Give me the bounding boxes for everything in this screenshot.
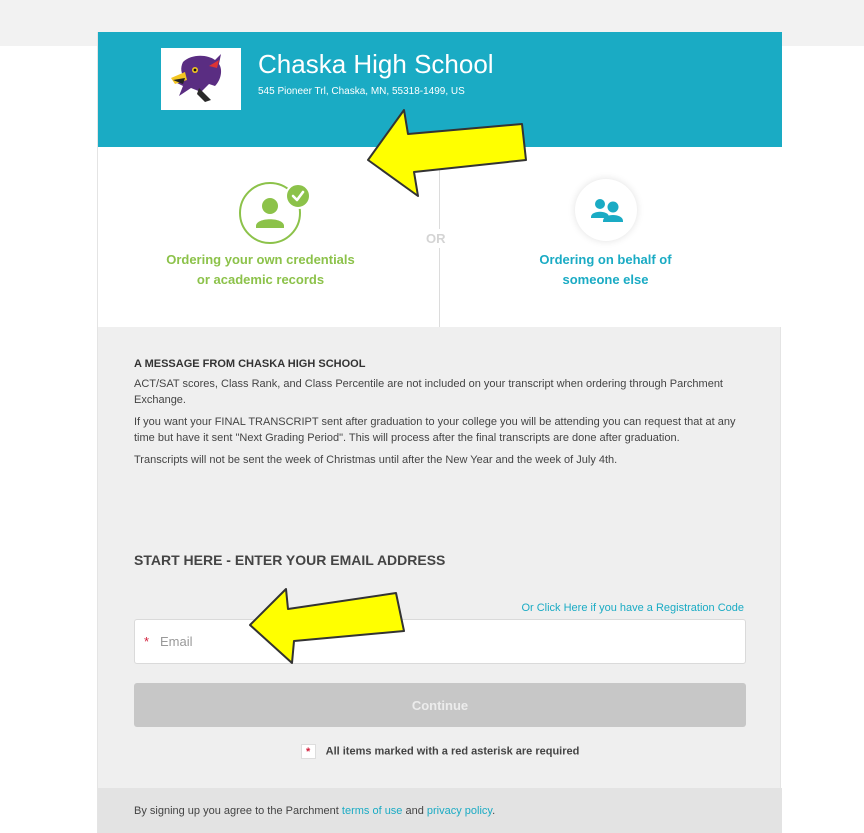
privacy-policy-link[interactable]: privacy policy <box>427 805 492 817</box>
own-credentials-label: Ordering your own credentials or academi… <box>90 250 431 290</box>
terms-conjunction: and <box>402 805 427 817</box>
terms-of-use-link[interactable]: terms of use <box>342 805 403 817</box>
terms-suffix: . <box>492 805 496 817</box>
hawk-mascot-icon <box>171 54 222 102</box>
annotation-arrow-top <box>367 109 527 197</box>
school-name: Chaska High School <box>258 49 494 79</box>
required-items-note: * All items marked with a red asterisk ar… <box>98 744 782 759</box>
continue-button[interactable]: Continue <box>134 683 746 727</box>
own-credentials-label-line1: Ordering your own credentials <box>166 252 355 267</box>
on-behalf-label-line2: someone else <box>562 272 649 287</box>
registration-code-link[interactable]: Or Click Here if you have a Registration… <box>521 602 744 614</box>
required-note-text: All items marked with a red asterisk are… <box>325 745 580 758</box>
required-asterisk: * <box>144 634 150 649</box>
message-title: A MESSAGE FROM CHASKA HIGH SCHOOL <box>134 358 366 370</box>
school-message: A MESSAGE FROM CHASKA HIGH SCHOOL ACT/SA… <box>134 358 754 474</box>
school-logo <box>161 48 241 110</box>
school-address: 545 Pioneer Trl, Chaska, MN, 55318-1499,… <box>258 86 465 97</box>
email-input[interactable] <box>157 620 737 663</box>
annotation-arrow-bottom <box>249 588 405 664</box>
email-section-heading: START HERE - ENTER YOUR EMAIL ADDRESS <box>134 552 446 568</box>
required-asterisk-box: * <box>300 744 316 759</box>
message-paragraph: If you want your FINAL TRANSCRIPT sent a… <box>134 416 736 444</box>
on-behalf-label-line1: Ordering on behalf of <box>539 252 672 267</box>
message-paragraph: ACT/SAT scores, Class Rank, and Class Pe… <box>134 378 723 406</box>
check-icon <box>285 183 311 209</box>
message-paragraph: Transcripts will not be sent the week of… <box>134 454 618 466</box>
on-behalf-label: Ordering on behalf of someone else <box>435 250 776 290</box>
terms-text: By signing up you agree to the Parchment… <box>134 805 495 817</box>
terms-prefix: By signing up you agree to the Parchment <box>134 805 342 817</box>
email-field: * <box>134 619 746 664</box>
own-credentials-label-line2: or academic records <box>196 272 325 287</box>
terms-footer: By signing up you agree to the Parchment… <box>98 788 782 833</box>
users-icon <box>575 179 637 241</box>
